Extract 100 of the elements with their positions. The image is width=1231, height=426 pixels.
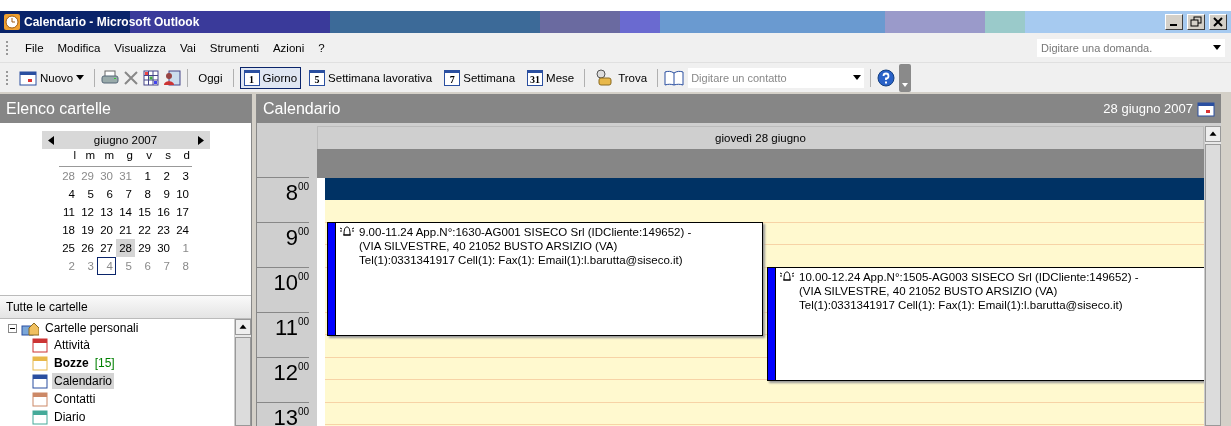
folder-item[interactable]: Bozze bbox=[52, 355, 91, 371]
help-icon[interactable] bbox=[877, 68, 896, 87]
folder-item[interactable]: Cartelle personali bbox=[43, 320, 141, 336]
calendar-day[interactable]: 13 bbox=[97, 203, 116, 221]
calendar-day[interactable]: 24 bbox=[173, 221, 192, 239]
scroll-up-icon[interactable] bbox=[1205, 126, 1221, 142]
appointment[interactable]: 10.00-12.24 App.N°:1505-AG003 SISECO Srl (IDCliente:149652) - (VIA SILVESTRE, 40 21052 BUSTO ARSIZIO (VA) Tel(1):0331341917 Cell(1): Fax(1): Email(1):l.barutta@siseco.it) bbox=[767, 267, 1204, 381]
view-button[interactable]: 5 Settimana lavorativa bbox=[305, 66, 437, 89]
menu-item[interactable]: Modifica bbox=[57, 41, 101, 54]
calendar-day[interactable]: 10 bbox=[173, 185, 192, 203]
calendar-day[interactable]: 18 bbox=[59, 221, 78, 239]
folder-item[interactable]: Calendario bbox=[52, 373, 115, 389]
hour-label: 12$^{00}$ bbox=[257, 357, 309, 402]
calendar-day[interactable]: 28 bbox=[59, 167, 78, 185]
hour-label: 10$^{00}$ bbox=[257, 267, 309, 312]
folder-home-icon bbox=[21, 320, 39, 336]
calendar-day[interactable]: 8 bbox=[173, 257, 192, 275]
book-icon[interactable] bbox=[664, 69, 685, 86]
appointment-text: (VIA SILVESTRE, 40 21052 BUSTO ARSIZIO (VA) bbox=[359, 239, 619, 253]
date-label: 28 giugno 2007 bbox=[1103, 101, 1193, 116]
menu-item[interactable]: Azioni bbox=[272, 41, 305, 54]
calendar-day[interactable]: 30 bbox=[97, 167, 116, 185]
view-button[interactable]: 1 Giorno bbox=[239, 66, 302, 89]
calendar-day[interactable]: 6 bbox=[97, 185, 116, 203]
restore-button[interactable] bbox=[1187, 14, 1205, 30]
calendar-day[interactable]: 17 bbox=[173, 203, 192, 221]
caret-icon[interactable] bbox=[853, 75, 862, 80]
appointment[interactable]: 9.00-11.24 App.N°:1630-AG001 SISECO Srl (IDCliente:149652) - (VIA SILVESTRE, 40 21052 BUSTO ARSIZIO (VA) Tel(1):0331341917 Cell(1): Fax(1): Email(1):l.barutta@siseco.it) bbox=[327, 222, 763, 336]
dropdown-caret[interactable] bbox=[76, 75, 85, 80]
calendar-day[interactable]: 5 bbox=[116, 257, 135, 275]
calendar-day[interactable]: 15 bbox=[135, 203, 154, 221]
calendar-day[interactable]: 3 bbox=[78, 257, 97, 275]
calendar-day[interactable]: 22 bbox=[135, 221, 154, 239]
menu-item[interactable]: ? bbox=[318, 41, 325, 54]
appointment-text: (VIA SILVESTRE, 40 21052 BUSTO ARSIZIO (VA) bbox=[799, 284, 1059, 298]
menu-item[interactable]: Vai bbox=[179, 41, 196, 54]
weekday-label: m bbox=[78, 149, 97, 167]
calendar-day[interactable]: 1 bbox=[135, 167, 154, 185]
calendar-day[interactable]: 8 bbox=[135, 185, 154, 203]
scrollbar[interactable] bbox=[234, 319, 251, 426]
scroll-up-icon[interactable] bbox=[235, 319, 251, 335]
caret-icon[interactable] bbox=[1213, 45, 1221, 50]
folder-item[interactable]: Contatti bbox=[52, 391, 98, 407]
printer-icon[interactable] bbox=[101, 69, 120, 86]
question-field[interactable]: Digitare una domanda. bbox=[1037, 38, 1225, 57]
calendar-day[interactable]: 20 bbox=[97, 221, 116, 239]
calendar-day[interactable]: 16 bbox=[154, 203, 173, 221]
close-button[interactable] bbox=[1209, 14, 1227, 30]
calendar-day[interactable]: 4 bbox=[59, 185, 78, 203]
appointment-text: 10.00-12.24 App.N°:1505-AG003 SISECO Srl (IDCliente:149652) - bbox=[799, 270, 1139, 284]
calendar-day[interactable]: 9 bbox=[154, 185, 173, 203]
view-button[interactable]: 31 Mese bbox=[523, 66, 579, 89]
weekday-label: l bbox=[59, 149, 78, 167]
address-book-icon[interactable] bbox=[163, 69, 182, 86]
month-label: giugno 2007 bbox=[93, 134, 158, 146]
view-button[interactable]: 7 Settimana bbox=[440, 66, 520, 89]
calendar-day[interactable]: 11 bbox=[59, 203, 78, 221]
pane-title: Elenco cartelle bbox=[0, 94, 251, 123]
calendar-day[interactable]: 30 bbox=[154, 239, 173, 257]
calendar-day[interactable]: 2 bbox=[59, 257, 78, 275]
calendar-day[interactable]: 23 bbox=[154, 221, 173, 239]
today-button[interactable]: Oggi bbox=[194, 66, 227, 89]
calendar-day[interactable]: 12 bbox=[78, 203, 97, 221]
calendar-day[interactable]: 14 bbox=[116, 203, 135, 221]
previous-month-icon[interactable] bbox=[47, 135, 54, 145]
folder-item[interactable]: Diario bbox=[52, 409, 88, 425]
folder-item[interactable]: Attività bbox=[52, 337, 92, 353]
hour-label: 13$^{00}$ bbox=[257, 402, 309, 426]
calendar-day[interactable]: 21 bbox=[116, 221, 135, 239]
calendar-day[interactable]: 7 bbox=[116, 185, 135, 203]
day-grid[interactable] bbox=[317, 178, 1204, 426]
find-button[interactable]: Trova bbox=[591, 66, 652, 89]
grid-icon[interactable] bbox=[143, 69, 160, 86]
calendar-day[interactable]: 29 bbox=[78, 167, 97, 185]
contact-field[interactable]: Digitare un contatto bbox=[688, 67, 865, 88]
calendar-day[interactable]: 25 bbox=[59, 239, 78, 257]
menu-item[interactable]: Visualizza bbox=[114, 41, 166, 54]
hour-label: 8$^{00}$ bbox=[257, 177, 309, 222]
calendar-day[interactable]: 19 bbox=[78, 221, 97, 239]
scrollbar[interactable] bbox=[1204, 126, 1221, 426]
calendar-day[interactable]: 28 bbox=[116, 239, 135, 257]
menu-item[interactable]: Strumenti bbox=[209, 41, 259, 54]
minimize-button[interactable] bbox=[1165, 14, 1183, 30]
appointment-text: 9.00-11.24 App.N°:1630-AG001 SISECO Srl (IDCliente:149652) - bbox=[359, 225, 692, 239]
calendar-day[interactable]: 5 bbox=[78, 185, 97, 203]
calendar-day[interactable]: 3 bbox=[173, 167, 192, 185]
calendar-day[interactable]: 26 bbox=[78, 239, 97, 257]
calendar-day[interactable]: 2 bbox=[154, 167, 173, 185]
collapse-icon[interactable] bbox=[8, 323, 17, 333]
calendar-day[interactable]: 29 bbox=[135, 239, 154, 257]
calendar-day[interactable]: 1 bbox=[173, 239, 192, 257]
calendar-day[interactable]: 31 bbox=[116, 167, 135, 185]
calendar-day[interactable]: 27 bbox=[97, 239, 116, 257]
next-month-icon[interactable] bbox=[197, 135, 204, 145]
calendar-day[interactable]: 6 bbox=[135, 257, 154, 275]
section-header: Tutte le cartelle bbox=[0, 295, 251, 319]
new-button[interactable]: Nuovo bbox=[15, 66, 89, 89]
weekday-label: m bbox=[97, 149, 116, 167]
menu-item[interactable]: File bbox=[25, 41, 44, 54]
calendar-day[interactable]: 7 bbox=[154, 257, 173, 275]
